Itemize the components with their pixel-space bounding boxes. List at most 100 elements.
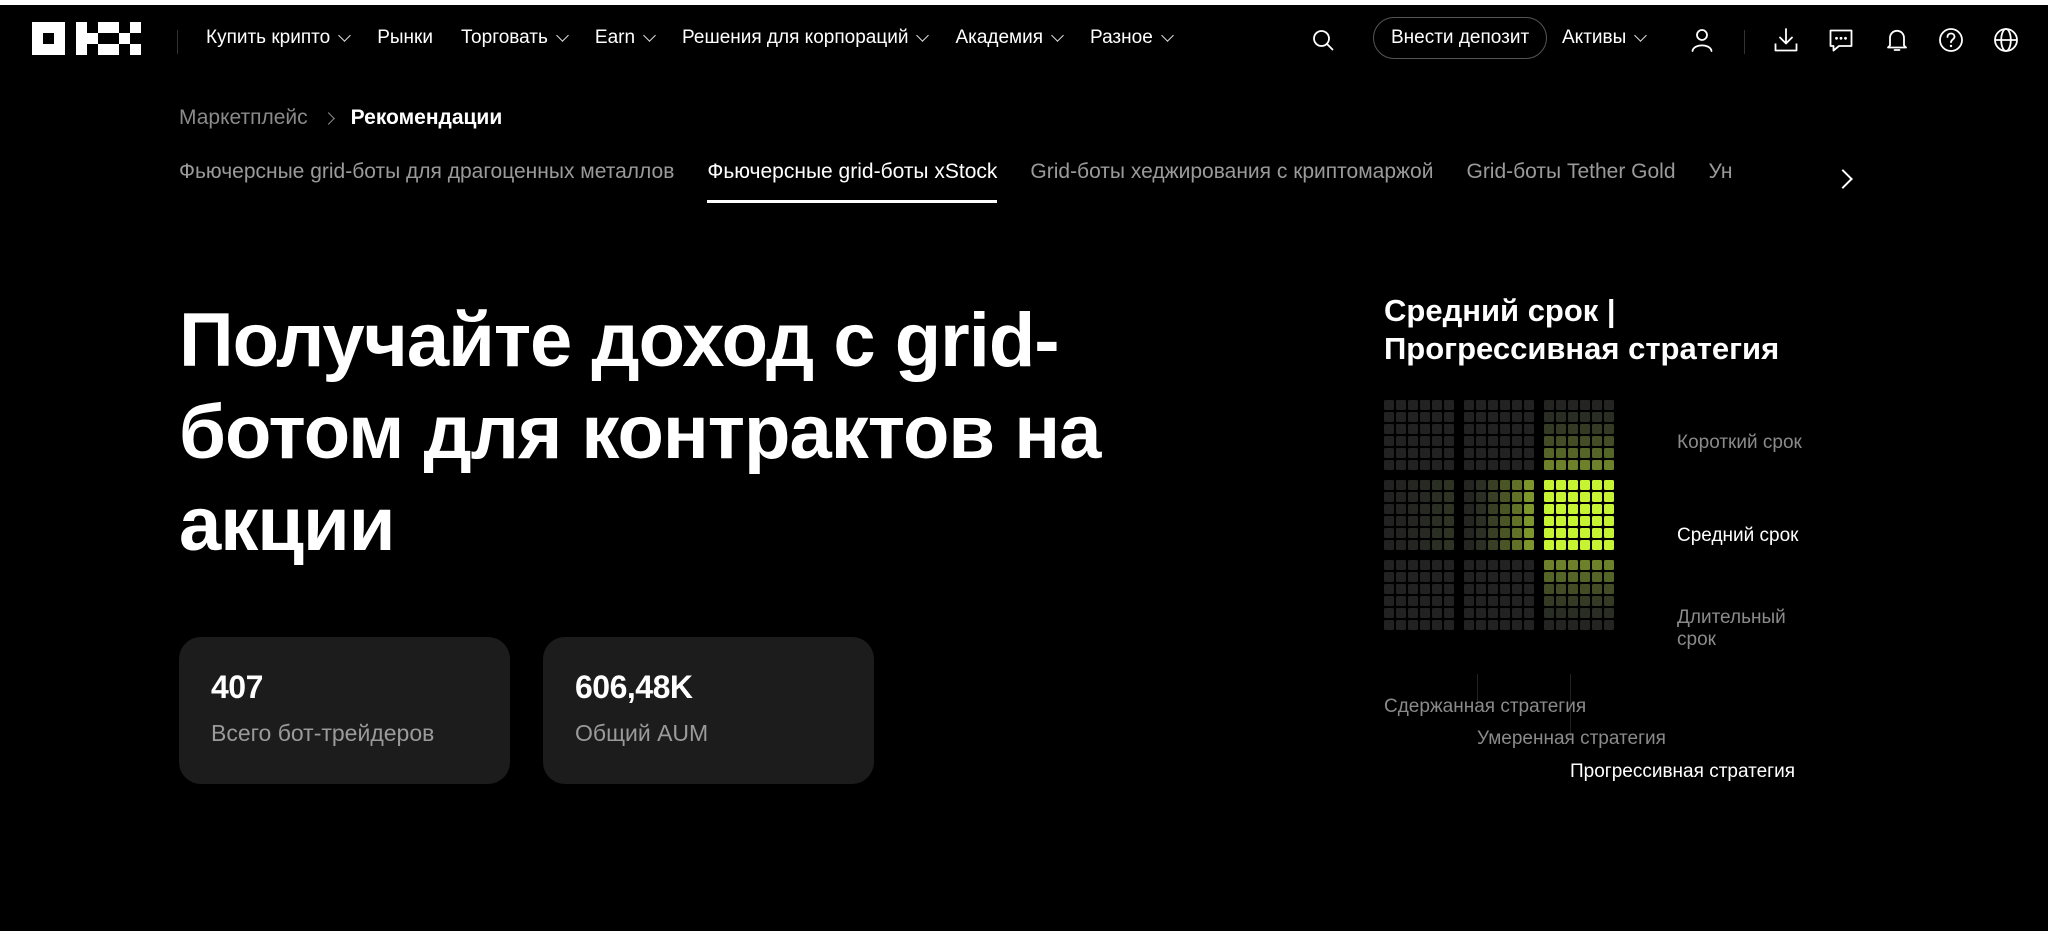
risk-cell xyxy=(1604,584,1614,594)
risk-cell xyxy=(1500,560,1510,570)
risk-cell xyxy=(1544,620,1554,630)
chat-icon[interactable] xyxy=(1828,27,1854,53)
risk-cell xyxy=(1512,620,1522,630)
risk-cell xyxy=(1432,620,1442,630)
risk-cell xyxy=(1488,528,1498,538)
breadcrumb-marketplace-link[interactable]: Маркетплейс xyxy=(179,106,308,130)
risk-cell xyxy=(1500,516,1510,526)
risk-cell xyxy=(1556,560,1566,570)
tab-xstock[interactable]: Фьючерсные grid-боты xStock xyxy=(707,160,998,206)
risk-cell xyxy=(1580,436,1590,446)
tab-tether-gold[interactable]: Grid-боты Tether Gold xyxy=(1466,160,1675,206)
risk-cell xyxy=(1524,412,1534,422)
risk-cell xyxy=(1604,412,1614,422)
user-icon[interactable] xyxy=(1689,27,1715,53)
risk-cell xyxy=(1396,480,1406,490)
risk-cell xyxy=(1556,584,1566,594)
assets-menu[interactable]: Активы xyxy=(1562,5,1648,71)
risk-cell xyxy=(1432,596,1442,606)
risk-cell xyxy=(1488,596,1498,606)
row-label-medium: Средний срок xyxy=(1677,525,1799,546)
risk-cell xyxy=(1512,516,1522,526)
risk-cell xyxy=(1432,572,1442,582)
risk-cell xyxy=(1580,540,1590,550)
risk-cell xyxy=(1524,596,1534,606)
risk-cell xyxy=(1604,480,1614,490)
risk-cell xyxy=(1464,412,1474,422)
risk-cell xyxy=(1464,528,1474,538)
search-icon[interactable] xyxy=(1312,29,1334,51)
risk-cell xyxy=(1384,436,1394,446)
risk-cell xyxy=(1384,492,1394,502)
risk-cell xyxy=(1524,460,1534,470)
globe-icon[interactable] xyxy=(1993,27,2019,53)
risk-cell xyxy=(1500,584,1510,594)
risk-cell xyxy=(1580,584,1590,594)
stat-card-traders: 407 Всего бот-трейдеров xyxy=(179,637,510,784)
risk-cell xyxy=(1420,400,1430,410)
nav-earn[interactable]: Earn xyxy=(595,27,656,49)
risk-cell xyxy=(1464,400,1474,410)
risk-cell xyxy=(1444,400,1454,410)
tab-next-partial[interactable]: Ун xyxy=(1709,160,1733,206)
risk-cell xyxy=(1420,460,1430,470)
risk-cell xyxy=(1432,584,1442,594)
risk-cell xyxy=(1384,608,1394,618)
page-title: Получайте доход с grid-ботом для контрак… xyxy=(179,298,1101,567)
risk-cell xyxy=(1420,448,1430,458)
risk-cell xyxy=(1556,412,1566,422)
risk-cell xyxy=(1488,480,1498,490)
deposit-button[interactable]: Внести депозит xyxy=(1373,17,1548,59)
risk-cell xyxy=(1512,436,1522,446)
risk-cell xyxy=(1444,492,1454,502)
risk-cell xyxy=(1580,528,1590,538)
risk-cell xyxy=(1476,460,1486,470)
help-icon[interactable] xyxy=(1938,27,1964,53)
okx-logo[interactable] xyxy=(32,22,141,55)
risk-cell xyxy=(1408,448,1418,458)
risk-cell xyxy=(1444,436,1454,446)
risk-cell xyxy=(1444,540,1454,550)
risk-cell xyxy=(1544,424,1554,434)
risk-cell xyxy=(1568,596,1578,606)
risk-cell xyxy=(1384,480,1394,490)
header-divider xyxy=(177,30,178,54)
tab-crypto-margin-hedge[interactable]: Grid-боты хеджирования с криптомаржой xyxy=(1030,160,1433,206)
risk-cell xyxy=(1488,572,1498,582)
risk-cell xyxy=(1500,460,1510,470)
download-icon[interactable] xyxy=(1773,27,1799,53)
risk-cell xyxy=(1488,436,1498,446)
risk-cell xyxy=(1556,528,1566,538)
risk-cell xyxy=(1604,516,1614,526)
nav-markets[interactable]: Рынки xyxy=(377,27,433,49)
bell-icon[interactable] xyxy=(1884,27,1910,53)
risk-cell xyxy=(1544,608,1554,618)
nav-trade[interactable]: Торговать xyxy=(461,27,569,49)
category-tabs: Фьючерсные grid-боты для драгоценных мет… xyxy=(179,160,1834,220)
risk-cell xyxy=(1420,596,1430,606)
nav-institutional[interactable]: Решения для корпораций xyxy=(682,27,930,49)
risk-cell xyxy=(1420,620,1430,630)
risk-cell xyxy=(1580,492,1590,502)
risk-cell xyxy=(1476,504,1486,514)
nav-buy-crypto[interactable]: Купить крипто xyxy=(206,27,352,49)
risk-cell xyxy=(1524,608,1534,618)
risk-cell xyxy=(1556,608,1566,618)
risk-cell xyxy=(1432,412,1442,422)
risk-cell xyxy=(1384,572,1394,582)
risk-cell xyxy=(1544,584,1554,594)
risk-cell xyxy=(1544,460,1554,470)
nav-academy[interactable]: Академия xyxy=(955,27,1064,49)
nav-label: Решения для корпораций xyxy=(682,27,909,48)
nav-more[interactable]: Разное xyxy=(1090,27,1174,49)
risk-cell xyxy=(1420,572,1430,582)
risk-cell xyxy=(1604,492,1614,502)
risk-cell xyxy=(1512,608,1522,618)
risk-cell xyxy=(1432,460,1442,470)
risk-cell xyxy=(1568,608,1578,618)
risk-cell xyxy=(1464,584,1474,594)
risk-cell xyxy=(1604,528,1614,538)
risk-cell xyxy=(1408,504,1418,514)
chevron-down-icon xyxy=(556,28,569,42)
tab-precious-metals[interactable]: Фьючерсные grid-боты для драгоценных мет… xyxy=(179,160,674,206)
